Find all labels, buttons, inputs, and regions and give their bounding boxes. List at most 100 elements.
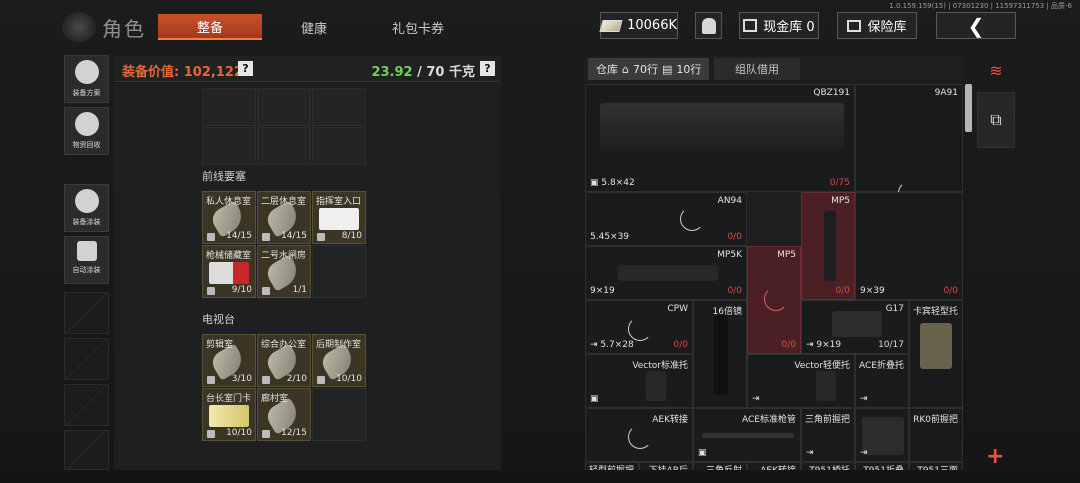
item-triangle-grip[interactable]: 三角前握把 ⇥ (801, 408, 855, 462)
key-item[interactable]: 二号水闸房 1/1 (257, 245, 311, 298)
empty-grid (202, 88, 366, 165)
item-mp5k[interactable]: MP5K 9×19 0/0 (585, 246, 747, 300)
empty-cell[interactable] (257, 88, 311, 126)
equipment-value: 装备价值: 102,122 (122, 65, 243, 80)
safe-box-label: 保险库 (867, 20, 907, 35)
sidebar-autopaint[interactable]: 自动涂装 (64, 236, 109, 284)
sidebar-loadout[interactable]: 装备方案 (64, 55, 109, 103)
item-16x-scope[interactable]: 16倍镜 (693, 300, 747, 408)
house-icon: ⌂ (622, 62, 629, 76)
item-ace-folding-stock[interactable]: ACE折叠托 ⇥ (855, 354, 909, 408)
version-text: 1.0.159.159(15) | 07301230 | 11597311753… (889, 2, 1072, 10)
key-item[interactable]: 台长室门卡 10/10 (202, 388, 256, 441)
key-item[interactable]: 后期制作室 10/10 (312, 334, 366, 387)
key-count: 10/10 (226, 428, 252, 438)
smg-icon (824, 211, 836, 281)
key-item[interactable]: 枪械储藏室 9/10 (202, 245, 256, 298)
key-count: 14/15 (281, 231, 307, 241)
item-9x39[interactable]: 9×39 0/0 (855, 192, 963, 300)
tab-equip[interactable]: 整备 (158, 14, 262, 40)
tab-health[interactable]: 健康 (268, 14, 360, 40)
item-mp5-vertical[interactable]: MP5 0/0 (801, 192, 855, 300)
empty-slot[interactable] (64, 292, 109, 334)
row-count-2: 10行 (676, 63, 702, 76)
item-qbz191[interactable]: QBZ191 ▣ 5.8×42 0/75 (585, 84, 855, 192)
item-ammo: 0/0 (674, 340, 688, 350)
item-name: Vector轻便托 (794, 361, 850, 371)
key-item[interactable]: 廊村室 12/15 (257, 388, 311, 441)
stock-icon (646, 371, 666, 401)
key-item[interactable]: 综合办公室 2/10 (257, 334, 311, 387)
item-vector-light-stock[interactable]: Vector轻便托 ⇥ (747, 354, 855, 408)
key-type-icon (262, 376, 270, 384)
section-title: 电视台 (202, 313, 235, 326)
operator-icon (701, 17, 716, 34)
value-help-button[interactable]: ? (238, 61, 253, 76)
empty-cell[interactable] (257, 127, 311, 165)
key-item[interactable]: 二层休息室 14/15 (257, 191, 311, 244)
character-logo-icon (62, 12, 96, 42)
auto-paint-icon (76, 241, 97, 261)
item-name: MP5K (717, 250, 742, 260)
key-item[interactable]: 剪辑室 3/10 (202, 334, 256, 387)
item-g17[interactable]: G17 ⇥ 9×19 10/17 (801, 300, 909, 354)
item-carbine-stock[interactable]: 卡宾轻型托 (909, 300, 963, 408)
item-name: AN94 (717, 196, 742, 206)
item-rk0-grip[interactable]: RK0前握把 (909, 408, 963, 462)
key-item[interactable]: 私人休息室 14/15 (202, 191, 256, 244)
cash-vault-button[interactable]: 现金库 0 (739, 12, 819, 39)
item-ammo: 10/17 (878, 340, 904, 350)
key-item[interactable]: 指挥室入口 8/10 (312, 191, 366, 244)
item-vector-std-stock[interactable]: Vector标准托 ▣ (585, 354, 693, 408)
empty-cell[interactable] (202, 88, 256, 126)
currency-display[interactable]: 10066K (599, 12, 678, 39)
ammo-value: 0/0 (835, 286, 850, 296)
tab-team-borrow[interactable]: 组队借用 (714, 58, 800, 80)
tab-coupons[interactable]: 礼包卡券 (368, 14, 468, 40)
key-count: 9/10 (231, 285, 252, 295)
item-name: Vector标准托 (632, 361, 688, 371)
item-stock-part[interactable]: ⇥ (855, 408, 909, 462)
scope-icon (714, 315, 728, 395)
loadout-icon (74, 60, 99, 84)
empty-key-slot[interactable] (312, 245, 366, 298)
key-count: 2/10 (286, 374, 307, 384)
empty-slot[interactable] (64, 338, 109, 380)
warehouse-scrollbar[interactable] (965, 84, 972, 132)
empty-cell[interactable] (312, 88, 366, 126)
key-type-icon (207, 287, 215, 295)
key-count: 14/15 (226, 231, 252, 241)
empty-cell[interactable] (202, 127, 256, 165)
empty-key-slot[interactable] (312, 388, 366, 441)
smg-icon (618, 265, 718, 281)
key-type-icon (317, 233, 325, 241)
key-name: 枪械储藏室 (206, 251, 252, 261)
item-caliber: 9×19 (590, 286, 615, 296)
empty-slot[interactable] (64, 384, 109, 426)
empty-cell[interactable] (312, 127, 366, 165)
warehouse-sort-button[interactable]: ≋ (977, 56, 1015, 84)
sidebar-paint[interactable]: 装备涂装 (64, 184, 109, 232)
item-aek-adapter[interactable]: AEK转接 (585, 408, 693, 462)
item-name: 9A91 (934, 88, 958, 98)
page-title: 角色 (102, 16, 146, 41)
sidebar-recycle[interactable]: 物资回收 (64, 107, 109, 155)
item-type-icon: ⇥ (806, 448, 814, 458)
add-button[interactable]: + (986, 444, 1004, 469)
warehouse-arrange-button[interactable]: ⧉ (977, 92, 1015, 148)
weight-help-button[interactable]: ? (480, 61, 495, 76)
item-cpw[interactable]: CPW ⇥ 5.7×28 0/0 (585, 300, 693, 354)
item-ace-barrel[interactable]: ACE标准枪管 ▣ (693, 408, 801, 462)
item-an94[interactable]: AN94 5.45×39 0/0 (585, 192, 747, 246)
item-name: CPW (667, 304, 688, 314)
layers-sort-icon: ≋ (989, 60, 1003, 80)
operator-button[interactable] (695, 12, 722, 39)
loading-spinner-icon (764, 287, 788, 311)
safe-box-button[interactable]: 保险库 (837, 12, 917, 39)
item-mp5[interactable]: MP5 0/0 (747, 246, 801, 354)
item-9a91[interactable]: 9A91 (855, 84, 963, 205)
empty-slot[interactable] (64, 430, 109, 470)
back-button[interactable]: ❮ (936, 12, 1016, 39)
stock-icon (920, 323, 952, 369)
tab-warehouse[interactable]: 仓库 ⌂ 70行 ▤ 10行 (588, 58, 710, 80)
